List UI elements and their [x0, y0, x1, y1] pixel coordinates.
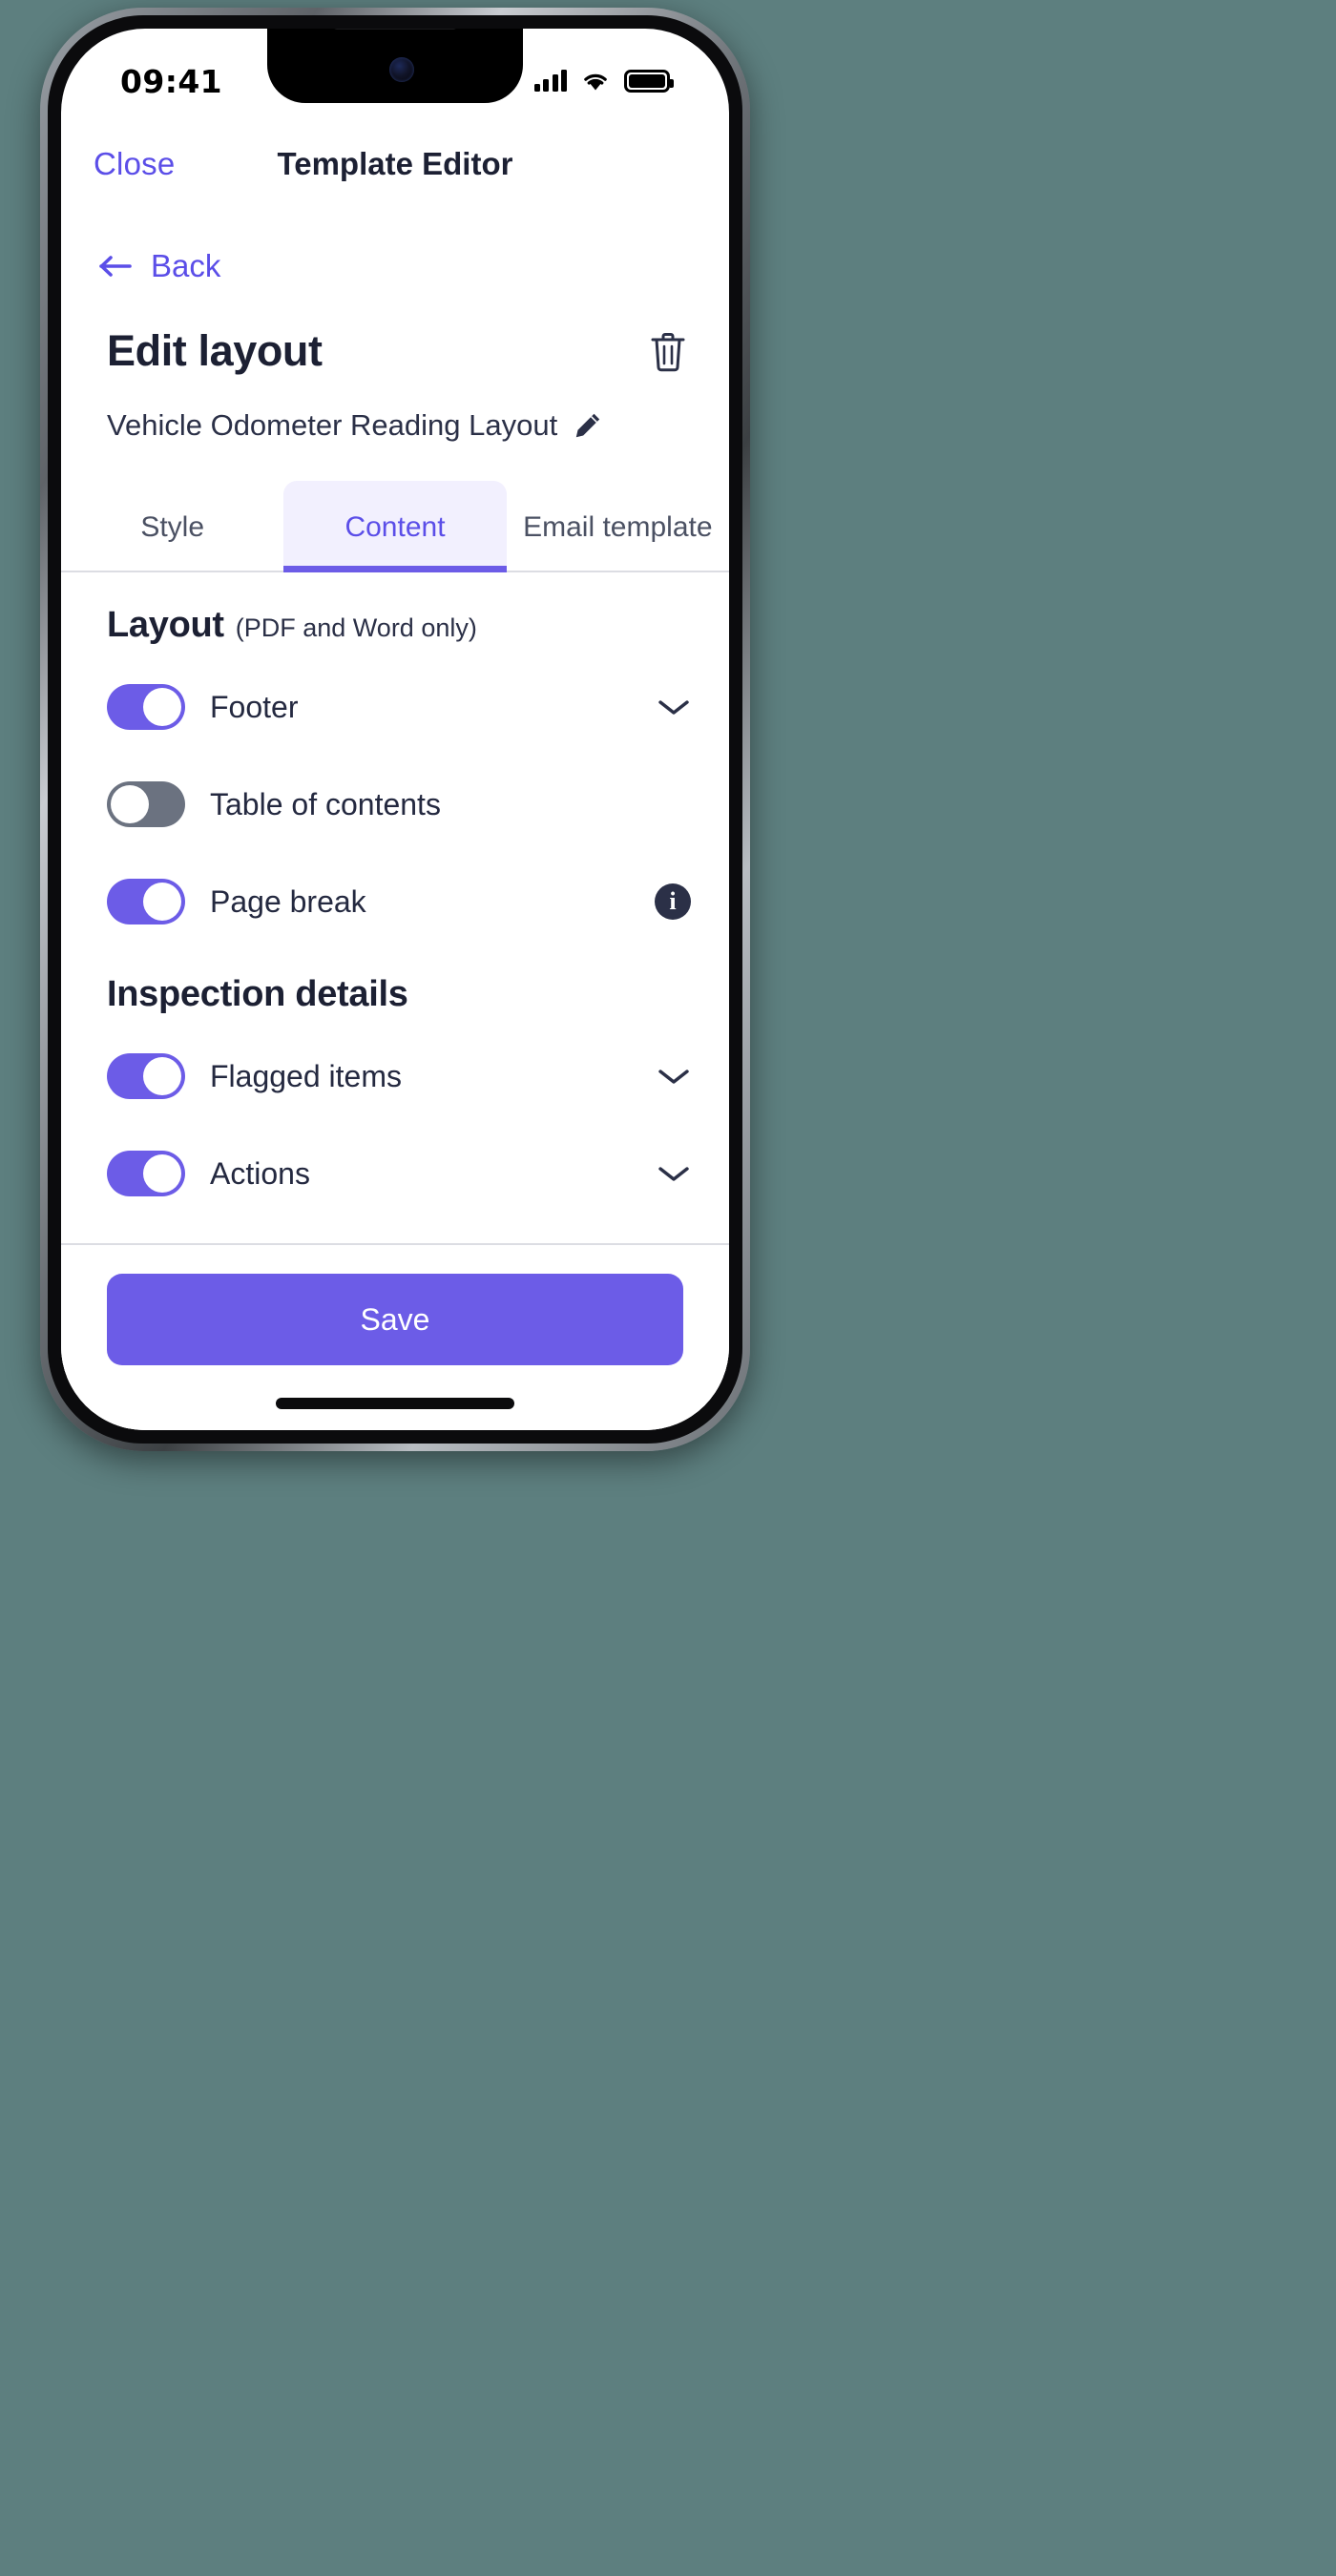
setting-row-disclaimer[interactable]: Disclaimer	[107, 1231, 691, 1243]
section-title: Inspection details	[107, 974, 408, 1014]
layout-name: Vehicle Odometer Reading Layout	[107, 408, 558, 442]
footer-action-bar: Save	[61, 1243, 729, 1398]
app-container: Close Template Editor Back Edit layout V…	[61, 116, 729, 1430]
row-trailing[interactable]: i	[655, 883, 691, 920]
setting-label: Table of contents	[210, 786, 441, 821]
toggle-knob	[143, 1154, 181, 1193]
tab-email-template-label: Email template	[523, 511, 713, 543]
toggle-table-of-contents[interactable]	[107, 781, 185, 827]
tab-bar: Style Content Email template	[61, 481, 729, 572]
close-button[interactable]: Close	[94, 146, 175, 182]
setting-row-table-of-contents[interactable]: Table of contents	[107, 764, 691, 844]
info-icon[interactable]: i	[655, 883, 691, 920]
battery-full-icon	[624, 70, 674, 93]
front-camera-icon	[389, 57, 414, 82]
tab-style-label: Style	[140, 511, 205, 543]
setting-label: Footer	[210, 689, 299, 724]
tab-content[interactable]: Content	[283, 481, 507, 572]
signal-bars-icon	[533, 70, 567, 92]
section-header-layout: Layout (PDF and Word only)	[107, 572, 691, 650]
screenshot-stage: 09:41 Close Template Editor Back Edit la…	[0, 0, 1336, 2576]
setting-row-flagged-items[interactable]: Flagged items	[107, 1036, 691, 1116]
section-subtitle: (PDF and Word only)	[235, 613, 477, 642]
toggle-knob	[143, 688, 181, 726]
home-indicator[interactable]	[61, 1398, 729, 1430]
phone-screen: 09:41 Close Template Editor Back Edit la…	[61, 29, 729, 1430]
phone-frame: 09:41 Close Template Editor Back Edit la…	[40, 8, 750, 1451]
pencil-icon[interactable]	[573, 410, 603, 441]
page-title: Edit layout	[107, 326, 323, 375]
setting-label: Actions	[210, 1155, 310, 1191]
settings-list[interactable]: Layout (PDF and Word only) Footer Table …	[61, 572, 729, 1243]
trash-icon[interactable]	[647, 329, 689, 373]
toggle-flagged-items[interactable]	[107, 1053, 185, 1099]
section-title: Layout	[107, 605, 224, 645]
toggle-actions[interactable]	[107, 1151, 185, 1196]
row-trailing[interactable]	[657, 1163, 691, 1184]
toggle-knob	[111, 785, 149, 823]
arrow-left-icon	[99, 256, 132, 277]
back-button-label: Back	[151, 248, 221, 283]
setting-row-page-break[interactable]: Page break i	[107, 862, 691, 942]
setting-row-actions[interactable]: Actions	[107, 1133, 691, 1214]
row-trailing[interactable]	[657, 1066, 691, 1087]
toggle-knob	[143, 883, 181, 921]
tab-email-template[interactable]: Email template	[507, 481, 729, 571]
tab-style[interactable]: Style	[61, 481, 283, 571]
section-header-inspection-details: Inspection details	[107, 942, 691, 1019]
chevron-down-icon[interactable]	[657, 696, 691, 717]
toggle-footer[interactable]	[107, 684, 185, 730]
navigation-bar: Close Template Editor	[61, 116, 729, 212]
tab-content-label: Content	[344, 511, 446, 543]
phone-bezel: 09:41 Close Template Editor Back Edit la…	[48, 15, 742, 1444]
layout-name-row: Vehicle Odometer Reading Layout	[61, 376, 729, 443]
notch	[267, 29, 523, 103]
status-bar-time: 09:41	[120, 62, 223, 100]
row-trailing[interactable]	[657, 696, 691, 717]
earpiece-speaker-icon	[332, 29, 458, 30]
toggle-knob	[143, 1057, 181, 1095]
toggle-page-break[interactable]	[107, 879, 185, 924]
back-button[interactable]: Back	[61, 212, 729, 284]
save-button[interactable]: Save	[107, 1274, 683, 1365]
setting-label: Flagged items	[210, 1058, 402, 1093]
chevron-down-icon[interactable]	[657, 1066, 691, 1087]
page-header: Edit layout	[61, 284, 729, 376]
setting-row-footer[interactable]: Footer	[107, 667, 691, 747]
status-bar-indicators	[533, 70, 674, 93]
setting-label: Page break	[210, 883, 366, 919]
chevron-down-icon[interactable]	[657, 1163, 691, 1184]
wifi-icon	[584, 73, 607, 91]
